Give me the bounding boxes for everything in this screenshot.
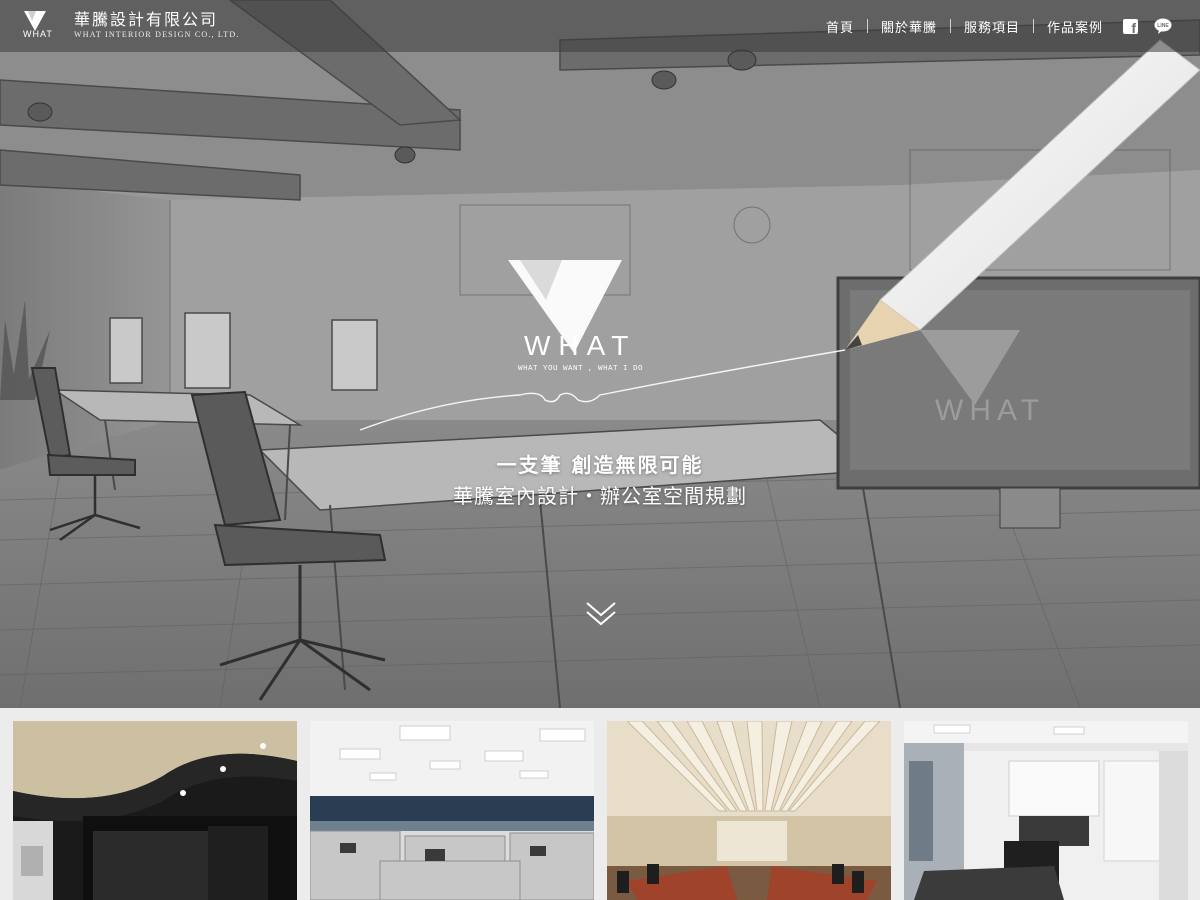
line-icon[interactable]: LINE — [1154, 18, 1172, 34]
hero-logo-tagline: WHAT YOU WANT , WHAT I DO — [518, 365, 643, 373]
nav-services[interactable]: 服務項目 — [964, 17, 1020, 36]
brand-text: 華騰設計有限公司 WHAT INTERIOR DESIGN CO., LTD. — [74, 11, 240, 41]
top-navigation-bar: WHAT 華騰設計有限公司 WHAT INTERIOR DESIGN CO., … — [0, 0, 1200, 52]
nav-portfolio[interactable]: 作品案例 — [1047, 17, 1103, 36]
project-thumb-3[interactable] — [607, 721, 891, 900]
brand-logo-icon: WHAT — [22, 9, 66, 43]
nav-about[interactable]: 關於華騰 — [881, 17, 937, 36]
hero-headline: 一支筆 創造無限可能 — [496, 453, 704, 477]
project-thumb-1[interactable] — [13, 721, 297, 900]
nav-divider — [866, 19, 868, 33]
brand-logo-link[interactable]: WHAT 華騰設計有限公司 WHAT INTERIOR DESIGN CO., … — [22, 9, 240, 43]
project-thumb-4[interactable] — [904, 721, 1188, 900]
nav-divider — [1032, 19, 1034, 33]
project-gallery — [0, 708, 1200, 900]
hero-logo-word: WHAT — [524, 330, 636, 361]
line-icon-label: LINE — [1157, 23, 1169, 29]
social-links: f LINE — [1123, 18, 1172, 35]
brand-name: 華騰設計有限公司 — [74, 10, 219, 29]
nav-home[interactable]: 首頁 — [826, 17, 854, 36]
hero-subheadline: 華騰室內設計・辦公室空間規劃 — [453, 484, 747, 508]
facebook-icon[interactable]: f — [1123, 18, 1138, 35]
screen-logo-text: WHAT — [935, 394, 1045, 427]
hero-tagline: 一支筆 創造無限可能 華騰室內設計・辦公室空間規劃 — [0, 450, 1200, 512]
chevron-double-down-icon[interactable] — [584, 600, 618, 630]
brand-subtitle: WHAT INTERIOR DESIGN CO., LTD. — [74, 30, 240, 39]
hero-logo: WHAT WHAT YOU WANT , WHAT I DO — [500, 255, 700, 375]
brand-logo-word: WHAT — [23, 29, 53, 39]
main-nav: 首頁 關於華騰 服務項目 作品案例 f LINE — [826, 0, 1172, 52]
nav-divider — [949, 19, 951, 33]
hero-banner: WHAT WHAT 華騰設計有限公司 WHAT INTERIOR DESIGN … — [0, 0, 1200, 708]
project-thumb-2[interactable] — [310, 721, 594, 900]
